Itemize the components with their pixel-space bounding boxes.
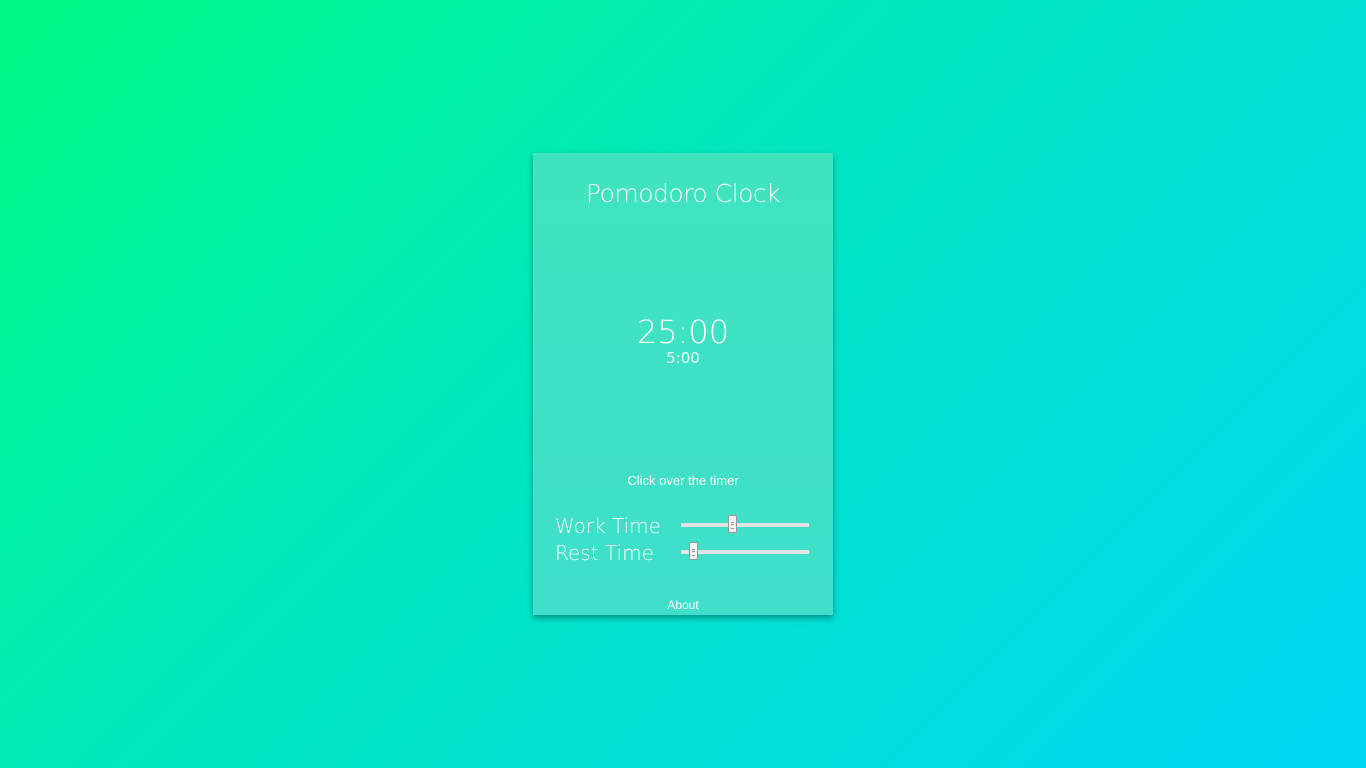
work-time-row: Work Time bbox=[555, 513, 815, 539]
rest-time-label: Rest Time bbox=[555, 541, 654, 565]
rest-time-row: Rest Time bbox=[555, 540, 815, 566]
work-time-label: Work Time bbox=[555, 514, 661, 538]
app-title: Pomodoro Clock bbox=[585, 179, 781, 208]
timer-display[interactable]: 25:00 bbox=[533, 313, 833, 351]
rest-timer-display: 5:00 bbox=[666, 349, 700, 367]
pomodoro-card: Pomodoro Clock 25:00 5:00 Click over the… bbox=[533, 153, 833, 615]
work-time-slider[interactable] bbox=[681, 515, 809, 533]
rest-time-slider-thumb[interactable] bbox=[688, 542, 698, 560]
rest-time-slider[interactable] bbox=[681, 542, 809, 560]
timer-hint: Click over the timer bbox=[627, 473, 739, 488]
work-time-slider-thumb[interactable] bbox=[728, 515, 738, 533]
about-link[interactable]: About bbox=[533, 598, 833, 612]
